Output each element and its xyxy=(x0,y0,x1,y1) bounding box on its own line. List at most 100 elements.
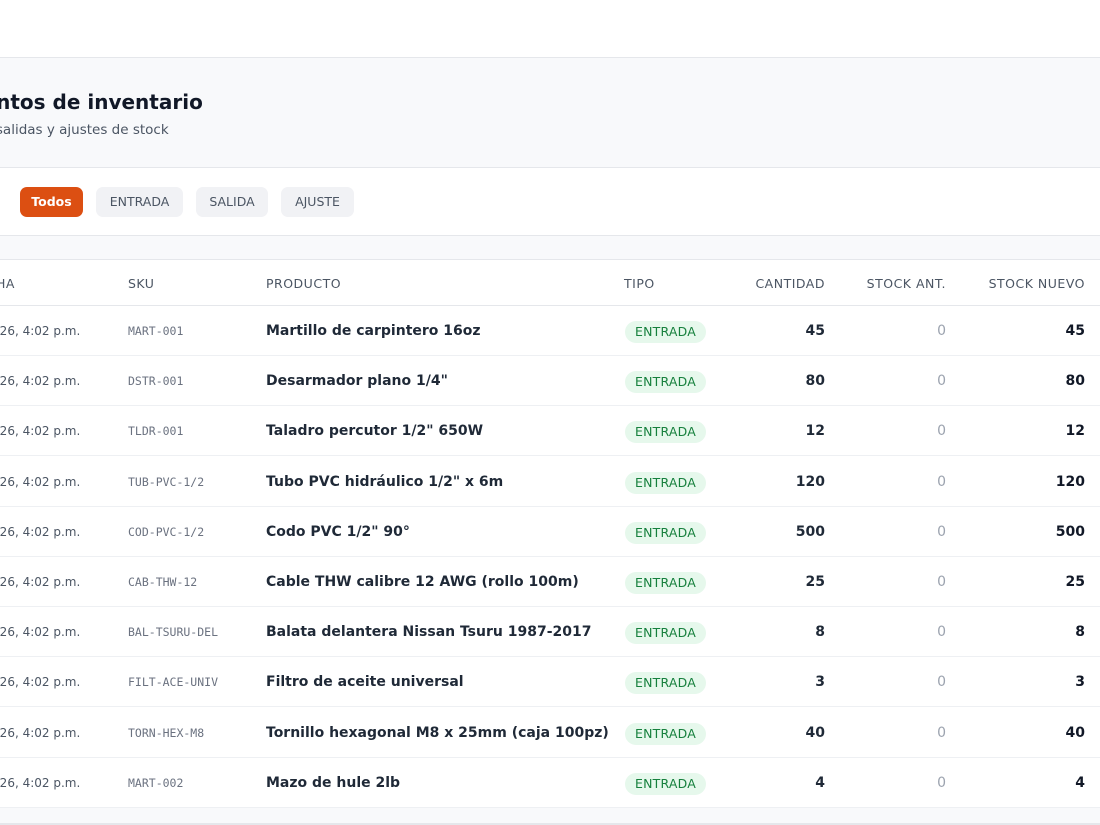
cell-stock-prev: 0 xyxy=(937,524,946,540)
cell-type: ENTRADA xyxy=(625,708,706,758)
cell-stock-prev: 0 xyxy=(937,775,946,791)
type-badge: ENTRADA xyxy=(625,320,706,343)
cell-date: 7/26, 4:02 p.m. xyxy=(0,424,81,438)
type-badge: ENTRADA xyxy=(625,471,706,494)
type-badge: ENTRADA xyxy=(625,722,706,745)
cell-stock-new: 80 xyxy=(1065,373,1085,389)
cell-quantity: 25 xyxy=(805,574,825,590)
cell-stock-prev: 0 xyxy=(937,323,946,339)
cell-stock-new: 3 xyxy=(1075,674,1085,690)
cell-product: Codo PVC 1/2" 90° xyxy=(266,524,410,540)
cell-sku: MART-002 xyxy=(128,776,184,790)
cell-quantity: 80 xyxy=(805,373,825,389)
cell-type: ENTRADA xyxy=(625,557,706,607)
cell-stock-new: 40 xyxy=(1065,725,1085,741)
type-badge: ENTRADA xyxy=(625,370,706,393)
cell-sku: TUB-PVC-1/2 xyxy=(128,475,205,489)
col-header-product: PRODUCTO xyxy=(266,276,342,291)
page-title: imientos de inventario xyxy=(0,90,203,114)
cell-stock-prev: 0 xyxy=(937,574,946,590)
cell-product: Mazo de hule 2lb xyxy=(266,775,401,791)
col-header-sku: SKU xyxy=(128,276,155,291)
cell-product: Cable THW calibre 12 AWG (rollo 100m) xyxy=(266,574,579,590)
table-row[interactable]: 7/26, 4:02 p.m. BAL-TSURU-DEL Balata delan… xyxy=(0,607,1100,657)
cell-quantity: 45 xyxy=(805,323,825,339)
cell-date: 7/26, 4:02 p.m. xyxy=(0,625,81,639)
type-badge: ENTRADA xyxy=(625,420,706,443)
cell-date: 7/26, 4:02 p.m. xyxy=(0,776,81,790)
cell-stock-new: 25 xyxy=(1065,574,1085,590)
cell-stock-new: 120 xyxy=(1055,474,1085,490)
cell-quantity: 500 xyxy=(795,524,825,540)
cell-quantity: 12 xyxy=(805,423,825,439)
cell-product: Filtro de aceite universal xyxy=(266,674,464,690)
cell-sku: CAB-THW-12 xyxy=(128,575,198,589)
cell-date: 7/26, 4:02 p.m. xyxy=(0,575,81,589)
cell-date: 7/26, 4:02 p.m. xyxy=(0,675,81,689)
cell-product: Martillo de carpintero 16oz xyxy=(266,323,481,339)
cell-product: Desarmador plano 1/4" xyxy=(266,373,448,389)
cell-stock-new: 8 xyxy=(1075,624,1085,640)
table-row[interactable]: 7/26, 4:02 p.m. CAB-THW-12 Cable THW calib… xyxy=(0,557,1100,607)
filter-chip-ajuste[interactable]: AJUSTE xyxy=(281,187,354,217)
cell-sku: TLDR-001 xyxy=(128,424,184,438)
cell-product: Balata delantera Nissan Tsuru 1987-2017 xyxy=(266,624,592,640)
col-header-type: TIPO xyxy=(624,276,655,291)
cell-quantity: 4 xyxy=(815,775,825,791)
col-header-stock-prev: STOCK ANT. xyxy=(866,276,946,291)
table-row[interactable]: 7/26, 4:02 p.m. FILT-ACE-UNIV Filtro de ac… xyxy=(0,657,1100,707)
table-row[interactable]: 7/26, 4:02 p.m. DSTR-001 Desarmador plano … xyxy=(0,356,1100,406)
col-header-quantity: CANTIDAD xyxy=(755,276,825,291)
cell-sku: FILT-ACE-UNIV xyxy=(128,675,219,689)
cell-stock-prev: 0 xyxy=(937,474,946,490)
type-badge: ENTRADA xyxy=(625,772,706,795)
cell-stock-prev: 0 xyxy=(937,674,946,690)
top-bar xyxy=(0,0,1100,58)
cell-date: 7/26, 4:02 p.m. xyxy=(0,374,81,388)
table-row[interactable]: 7/26, 4:02 p.m. TLDR-001 Taladro percutor … xyxy=(0,406,1100,456)
cell-stock-prev: 0 xyxy=(937,725,946,741)
cell-quantity: 40 xyxy=(805,725,825,741)
cell-quantity: 120 xyxy=(795,474,825,490)
cell-type: ENTRADA xyxy=(625,607,706,657)
cell-type: ENTRADA xyxy=(625,758,706,808)
type-badge: ENTRADA xyxy=(625,621,706,644)
filter-chip-salida[interactable]: SALIDA xyxy=(196,187,268,217)
cell-product: Taladro percutor 1/2" 650W xyxy=(266,423,484,439)
cell-date: 7/26, 4:02 p.m. xyxy=(0,475,81,489)
cell-type: ENTRADA xyxy=(625,406,706,456)
type-badge: ENTRADA xyxy=(625,571,706,594)
table-row[interactable]: 7/26, 4:02 p.m. MART-001 Martillo de carpi… xyxy=(0,306,1100,356)
table-row[interactable]: 7/26, 4:02 p.m. COD-PVC-1/2 Codo PVC 1/2" … xyxy=(0,507,1100,557)
cell-quantity: 3 xyxy=(815,674,825,690)
cell-date: 7/26, 4:02 p.m. xyxy=(0,726,81,740)
cell-type: ENTRADA xyxy=(625,306,706,356)
table-row[interactable]: 7/26, 4:02 p.m. TORN-HEX-M8 Tornillo hexag… xyxy=(0,708,1100,758)
cell-product: Tornillo hexagonal M8 x 25mm (caja 100pz… xyxy=(266,725,609,741)
cell-stock-new: 45 xyxy=(1065,323,1085,339)
cell-type: ENTRADA xyxy=(625,457,706,507)
type-badge: ENTRADA xyxy=(625,521,706,544)
cell-stock-prev: 0 xyxy=(937,423,946,439)
table-row[interactable]: 7/26, 4:02 p.m. MART-002 Mazo de hule 2lb E… xyxy=(0,758,1100,808)
cell-type: ENTRADA xyxy=(625,507,706,557)
cell-sku: BAL-TSURU-DEL xyxy=(128,625,219,639)
cell-stock-new: 500 xyxy=(1055,524,1085,540)
filter-chip-entrada[interactable]: ENTRADA xyxy=(96,187,183,217)
col-header-date: HA xyxy=(0,276,15,291)
cell-stock-new: 12 xyxy=(1065,423,1085,439)
cell-sku: DSTR-001 xyxy=(128,374,184,388)
table-row[interactable]: 7/26, 4:02 p.m. TUB-PVC-1/2 Tubo PVC hidrá… xyxy=(0,457,1100,507)
cell-type: ENTRADA xyxy=(625,657,706,707)
page-subtitle: as, salidas y ajustes de stock xyxy=(0,122,169,138)
cell-sku: COD-PVC-1/2 xyxy=(128,525,205,539)
type-badge: ENTRADA xyxy=(625,671,706,694)
cell-product: Tubo PVC hidráulico 1/2" x 6m xyxy=(266,474,504,490)
cell-type: ENTRADA xyxy=(625,356,706,406)
cell-quantity: 8 xyxy=(815,624,825,640)
cell-sku: TORN-HEX-M8 xyxy=(128,726,205,740)
cell-stock-prev: 0 xyxy=(937,373,946,389)
cell-sku: MART-001 xyxy=(128,324,184,338)
cell-date: 7/26, 4:02 p.m. xyxy=(0,324,81,338)
filter-chip-todos[interactable]: Todos xyxy=(20,187,83,217)
